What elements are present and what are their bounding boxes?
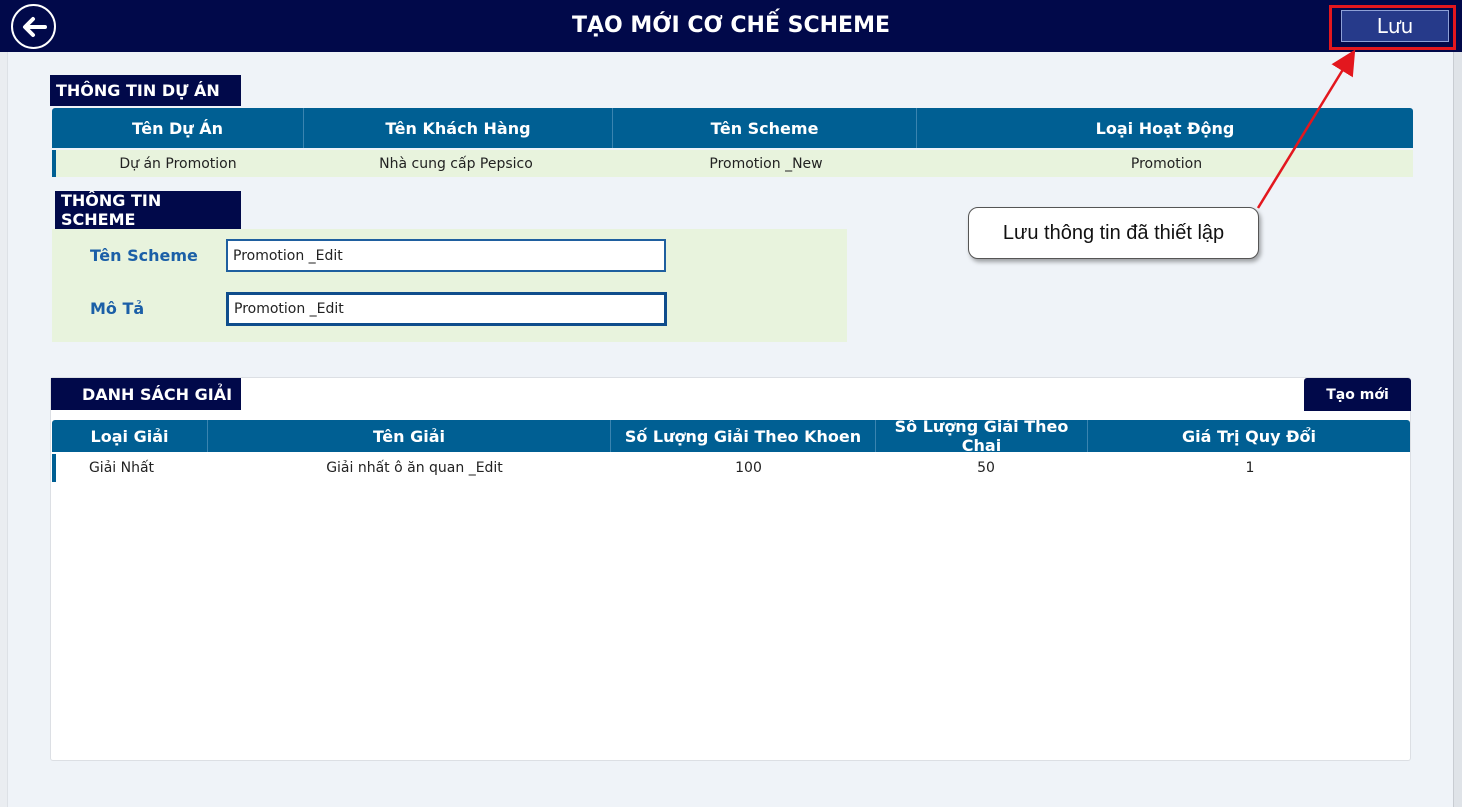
table-row[interactable]: Giải Nhất Giải nhất ô ăn quan _Edit 100 …: [52, 454, 1410, 482]
column-header: Số Lượng Giải Theo Chai: [876, 417, 1088, 455]
scheme-name-label: Tên Scheme: [90, 246, 198, 265]
description-label: Mô Tả: [90, 299, 145, 318]
column-header: Tên Scheme: [613, 108, 917, 148]
customer-name-cell: Nhà cung cấp Pepsico: [379, 155, 533, 172]
prize-list-label: DANH SÁCH GIẢI: [51, 378, 241, 410]
qty-per-ring-cell: 100: [735, 460, 762, 476]
exchange-value-cell: 1: [1245, 460, 1255, 476]
column-header: Tên Dự Án: [52, 108, 304, 148]
column-header: Tên Giải: [208, 420, 611, 452]
callout-arrow: [1256, 49, 1356, 209]
project-name-cell: Dự án Promotion: [119, 155, 237, 172]
column-header: Số Lượng Giải Theo Khoen: [611, 420, 876, 452]
project-info-label: THÔNG TIN DỰ ÁN: [50, 75, 241, 106]
project-table-header: Tên Dự Án Tên Khách Hàng Tên Scheme Loại…: [52, 108, 1413, 148]
arrow-left-icon: [22, 16, 47, 37]
vertical-scrollbar[interactable]: [1453, 52, 1462, 807]
page-title: TẠO MỚI CƠ CHẾ SCHEME: [572, 13, 890, 38]
description-input[interactable]: [226, 292, 667, 326]
prize-table-header: Loại Giải Tên Giải Số Lượng Giải Theo Kh…: [52, 417, 1410, 455]
tooltip-callout: Lưu thông tin đã thiết lập: [968, 207, 1259, 259]
prize-name-cell: Giải nhất ô ăn quan _Edit: [326, 460, 503, 476]
column-header: Giá Trị Quy Đổi: [1182, 426, 1316, 446]
back-button[interactable]: [11, 4, 56, 49]
scheme-name-cell: Promotion _New: [709, 155, 823, 172]
left-edge: [0, 52, 8, 807]
table-row[interactable]: Dự án Promotion Nhà cung cấp Pepsico Pro…: [52, 150, 1413, 177]
column-header: Tên Khách Hàng: [304, 108, 613, 148]
scheme-info-label: THÔNG TIN SCHEME: [55, 191, 241, 229]
prize-type-cell: Giải Nhất: [88, 460, 155, 476]
qty-per-bottle-cell: 50: [977, 460, 995, 476]
column-header: Loại Giải: [52, 420, 208, 452]
save-button[interactable]: Lưu: [1341, 10, 1449, 42]
create-new-button[interactable]: Tạo mới: [1304, 378, 1411, 411]
scheme-name-input[interactable]: [226, 239, 666, 272]
